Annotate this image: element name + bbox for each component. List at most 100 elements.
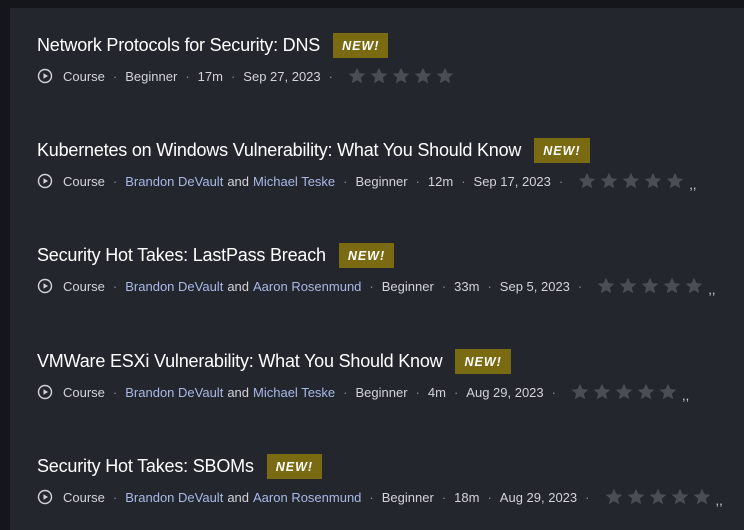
star-icon — [626, 487, 646, 507]
content-type: Course — [63, 173, 105, 189]
trailing-mark: ,, — [682, 387, 690, 403]
author-link[interactable]: Brandon DeVault — [125, 174, 223, 189]
new-badge: NEW! — [338, 242, 395, 268]
star-rating — [596, 276, 706, 296]
meta-separator: · — [343, 384, 348, 400]
star-icon — [670, 487, 690, 507]
star-icon — [347, 66, 367, 86]
level: Beginner — [355, 384, 408, 400]
trailing-mark: ,, — [708, 281, 716, 297]
release-date: Sep 27, 2023 — [243, 68, 321, 84]
star-icon — [435, 66, 455, 86]
star-icon — [618, 276, 638, 296]
meta-separator: · — [415, 173, 420, 189]
course-item: VMWare ESXi Vulnerability: What You Shou… — [37, 347, 689, 405]
release-date: Sep 17, 2023 — [473, 173, 551, 189]
star-icon — [599, 171, 619, 191]
meta-separator: · — [585, 489, 590, 505]
star-icon — [692, 487, 712, 507]
course-title-row: Security Hot Takes: LastPass Breach NEW! — [37, 241, 716, 269]
star-icon — [570, 382, 590, 402]
star-rating — [570, 382, 680, 402]
level: Beginner — [381, 489, 434, 505]
meta-separator: · — [230, 68, 236, 84]
star-icon — [648, 487, 668, 507]
play-circle-icon — [37, 278, 53, 294]
star-icon — [577, 171, 597, 191]
course-list-panel: Network Protocols for Security: DNS NEW!… — [10, 8, 744, 530]
play-circle-icon — [37, 68, 53, 84]
meta-separator: · — [112, 68, 118, 84]
new-badge: NEW! — [266, 453, 323, 479]
course-meta: Course · Brandon DeVault and Aaron Rosen… — [37, 484, 723, 510]
author-joiner: and — [227, 489, 250, 505]
release-date: Sep 5, 2023 — [499, 278, 570, 294]
meta-separator: · — [453, 384, 459, 400]
course-title-link[interactable]: VMWare ESXi Vulnerability: What You Shou… — [37, 351, 443, 372]
meta-separator: · — [487, 489, 492, 505]
content-type: Course — [63, 384, 105, 400]
duration: 17m — [197, 68, 223, 84]
meta-separator: · — [112, 384, 118, 400]
star-icon — [662, 276, 682, 296]
meta-separator: · — [185, 68, 190, 84]
star-icon — [665, 171, 685, 191]
course-meta: Course · Beginner · 17m · Sep 27, 2023 · — [37, 63, 457, 89]
duration: 18m — [454, 489, 480, 505]
meta-separator: · — [369, 278, 374, 294]
content-type: Course — [63, 489, 105, 505]
star-icon — [643, 171, 663, 191]
release-date: Aug 29, 2023 — [466, 384, 544, 400]
meta-separator: · — [328, 68, 333, 84]
meta-separator: · — [112, 173, 118, 189]
play-circle-icon — [37, 384, 53, 400]
course-item: Security Hot Takes: LastPass Breach NEW!… — [37, 241, 716, 299]
release-date: Aug 29, 2023 — [499, 489, 578, 505]
level: Beginner — [125, 68, 178, 84]
course-meta: Course · Brandon DeVault and Aaron Rosen… — [37, 273, 716, 299]
course-title-link[interactable]: Network Protocols for Security: DNS — [37, 35, 320, 56]
course-title-link[interactable]: Security Hot Takes: SBOMs — [37, 456, 254, 477]
star-icon — [636, 382, 656, 402]
play-circle-icon — [37, 173, 53, 189]
author-link[interactable]: Brandon DeVault — [125, 490, 223, 505]
course-title-link[interactable]: Kubernetes on Windows Vulnerability: Wha… — [37, 140, 521, 161]
star-icon — [684, 276, 704, 296]
star-rating — [577, 171, 687, 191]
course-item: Network Protocols for Security: DNS NEW!… — [37, 31, 457, 89]
meta-separator: · — [415, 384, 420, 400]
course-title-link[interactable]: Security Hot Takes: LastPass Breach — [37, 245, 326, 266]
course-title-row: Network Protocols for Security: DNS NEW! — [37, 31, 457, 59]
play-circle-icon — [37, 489, 53, 505]
duration: 33m — [454, 278, 480, 294]
author-joiner: and — [227, 384, 250, 400]
star-icon — [592, 382, 612, 402]
level: Beginner — [381, 278, 434, 294]
meta-separator: · — [441, 278, 447, 294]
star-icon — [596, 276, 616, 296]
course-meta: Course · Brandon DeVault and Michael Tes… — [37, 379, 689, 405]
star-icon — [640, 276, 660, 296]
meta-separator: · — [112, 278, 118, 294]
author-link[interactable]: Brandon DeVault — [125, 279, 223, 294]
course-title-row: Security Hot Takes: SBOMs NEW! — [37, 452, 723, 480]
meta-separator: · — [343, 173, 348, 189]
author-link[interactable]: Michael Teske — [253, 174, 335, 189]
trailing-mark: ,, — [715, 492, 723, 508]
level: Beginner — [355, 173, 408, 189]
duration: 4m — [427, 384, 446, 400]
author-link[interactable]: Michael Teske — [253, 385, 335, 400]
author-link[interactable]: Aaron Rosenmund — [253, 279, 361, 294]
course-meta: Course · Brandon DeVault and Michael Tes… — [37, 168, 696, 194]
new-badge: NEW! — [534, 137, 590, 163]
meta-separator: · — [112, 489, 118, 505]
meta-separator: · — [369, 489, 374, 505]
star-icon — [391, 66, 411, 86]
star-icon — [604, 487, 624, 507]
star-rating — [604, 487, 714, 507]
star-icon — [614, 382, 634, 402]
trailing-mark: ,, — [689, 176, 697, 192]
course-item: Security Hot Takes: SBOMs NEW! Course · … — [37, 452, 723, 510]
author-link[interactable]: Aaron Rosenmund — [253, 490, 361, 505]
author-link[interactable]: Brandon DeVault — [125, 385, 223, 400]
